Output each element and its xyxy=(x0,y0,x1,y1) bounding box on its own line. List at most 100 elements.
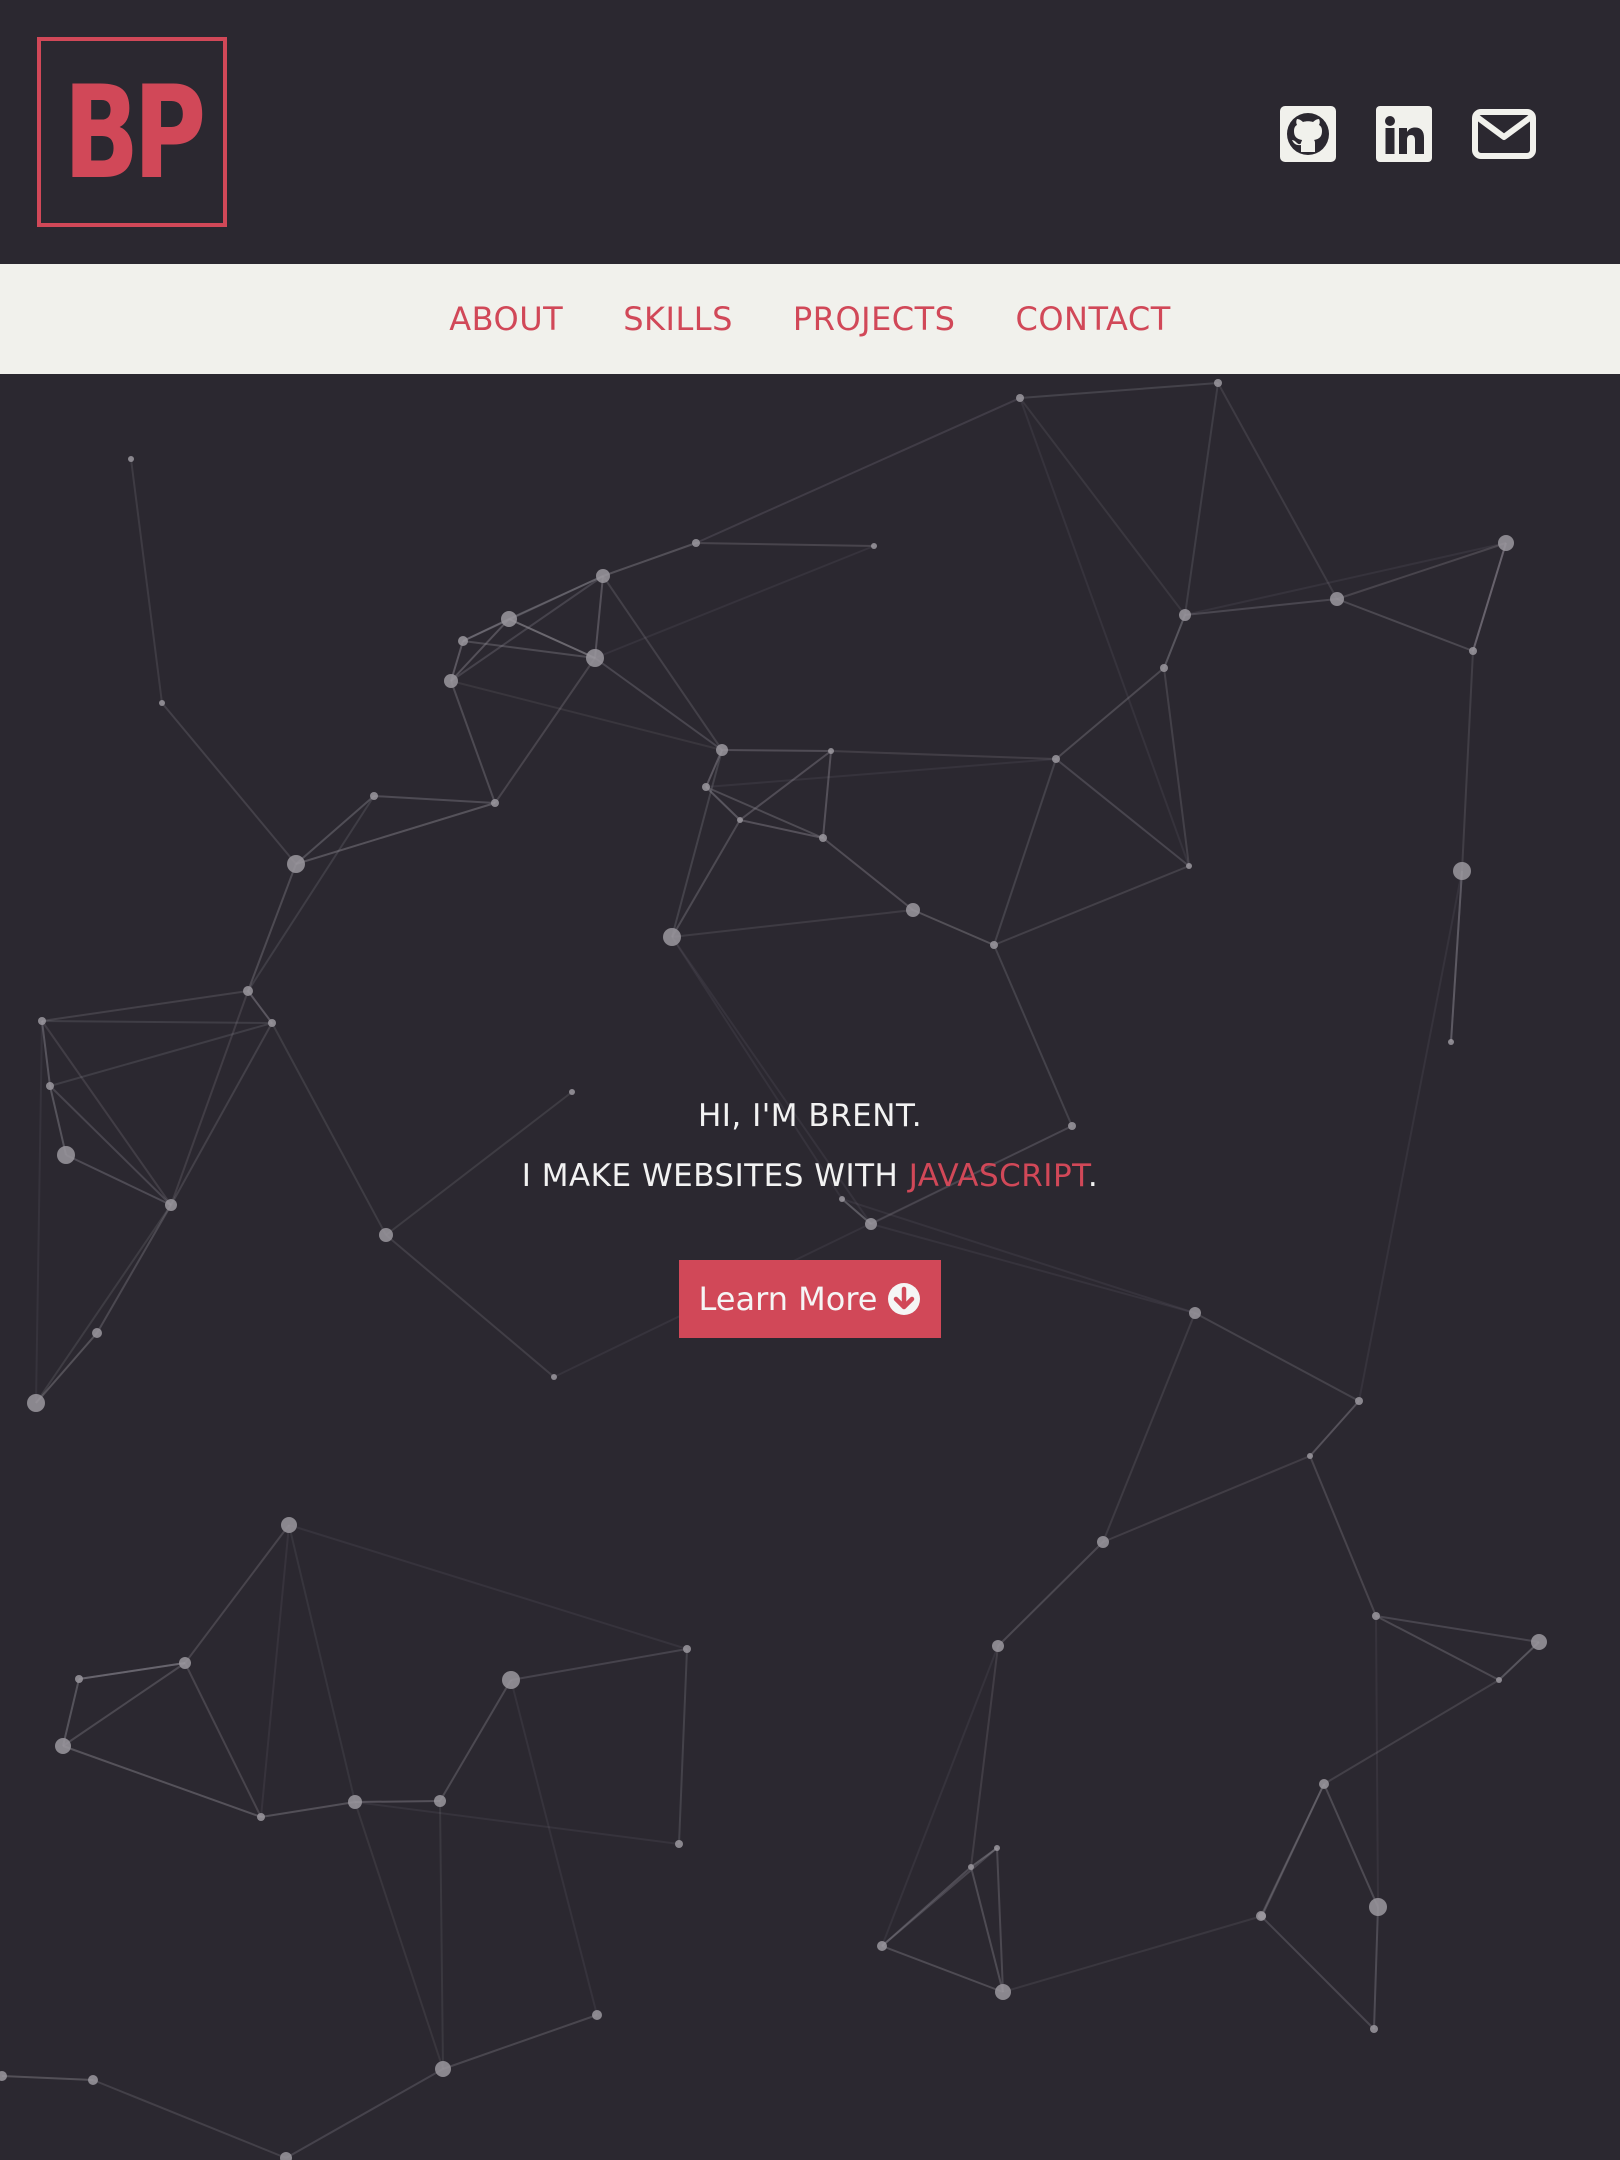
network-edge xyxy=(739,750,832,821)
network-edge xyxy=(285,2068,444,2159)
email-link[interactable] xyxy=(1472,104,1536,164)
network-edge xyxy=(1163,614,1186,669)
network-edge xyxy=(993,865,1190,946)
network-edge xyxy=(594,657,723,751)
network-edge xyxy=(1498,1641,1540,1681)
network-edge xyxy=(385,1234,555,1378)
network-edge xyxy=(993,758,1057,946)
network-edge xyxy=(671,819,741,938)
network-edge xyxy=(92,2079,287,2159)
network-node xyxy=(1016,394,1024,402)
network-node xyxy=(165,1199,177,1211)
network-edge xyxy=(510,1679,598,2016)
network-edge xyxy=(1461,650,1474,872)
github-link[interactable] xyxy=(1280,104,1336,164)
network-edge xyxy=(288,1524,688,1650)
network-node xyxy=(444,674,458,688)
network-edge xyxy=(1217,382,1338,600)
network-node xyxy=(1355,1397,1363,1405)
network-edge xyxy=(1002,1915,1263,1993)
network-node xyxy=(55,1738,71,1754)
network-edge xyxy=(1323,1679,1500,1785)
network-node xyxy=(159,700,165,706)
site-header: BP xyxy=(0,0,1620,264)
network-node xyxy=(0,2071,7,2081)
network-edge xyxy=(1,2075,94,2081)
network-node xyxy=(179,1657,191,1669)
network-node xyxy=(287,855,305,873)
learn-more-button[interactable]: Learn More xyxy=(679,1260,941,1338)
network-edge xyxy=(1323,1783,1379,1908)
nav-item-contact[interactable]: CONTACT xyxy=(1015,300,1170,338)
nav-item-skills[interactable]: SKILLS xyxy=(623,300,733,338)
network-node xyxy=(92,1328,102,1338)
hero-tagline: I MAKE WEBSITES WITH JAVASCRIPT. xyxy=(0,1158,1620,1194)
network-edge xyxy=(1019,382,1219,399)
network-node xyxy=(243,986,253,996)
network-edge xyxy=(1472,542,1507,652)
network-edge xyxy=(705,786,741,821)
network-node xyxy=(692,539,700,547)
network-node xyxy=(1469,647,1477,655)
network-node xyxy=(569,1089,575,1095)
network-edge xyxy=(594,545,875,659)
network-edge xyxy=(130,458,163,704)
network-node xyxy=(992,1640,1004,1652)
network-node xyxy=(46,1082,54,1090)
network-node xyxy=(1214,379,1222,387)
network-edge xyxy=(1184,542,1507,616)
linkedin-icon xyxy=(1376,106,1432,162)
network-node xyxy=(1179,609,1191,621)
network-node xyxy=(1258,1912,1266,1920)
network-node xyxy=(592,2010,602,2020)
network-node xyxy=(702,783,710,791)
network-node xyxy=(128,456,134,462)
linkedin-link[interactable] xyxy=(1376,104,1432,164)
network-edge xyxy=(822,750,832,839)
network-edge xyxy=(1184,382,1219,616)
network-edge xyxy=(442,2014,598,2070)
hero-tagline-suffix: . xyxy=(1087,1158,1099,1194)
network-edge xyxy=(41,990,249,1022)
network-node xyxy=(268,1019,276,1027)
network-edge xyxy=(1358,870,1463,1402)
network-node xyxy=(379,1228,393,1242)
network-node xyxy=(663,928,681,946)
network-edge xyxy=(1194,1312,1360,1402)
nav-item-projects[interactable]: PROJECTS xyxy=(793,300,956,338)
github-icon xyxy=(1280,106,1336,162)
network-node xyxy=(458,636,468,646)
network-edge xyxy=(912,909,995,946)
learn-more-label: Learn More xyxy=(698,1280,878,1318)
network-node xyxy=(1496,1677,1502,1683)
network-edge xyxy=(288,1524,356,1803)
network-edge xyxy=(830,750,1057,760)
network-edge xyxy=(594,575,604,659)
network-edge xyxy=(1184,598,1338,616)
network-node xyxy=(38,1017,46,1025)
network-edge xyxy=(671,749,723,938)
network-edge xyxy=(997,1541,1104,1647)
network-node xyxy=(434,1795,446,1807)
network-edge xyxy=(1163,667,1190,867)
network-node xyxy=(1330,592,1344,606)
network-edge xyxy=(260,1801,356,1818)
network-node xyxy=(865,1218,877,1230)
network-node xyxy=(839,1196,845,1202)
network-edge xyxy=(184,1524,290,1664)
network-edge xyxy=(1373,1906,1379,2030)
network-edge xyxy=(822,837,914,911)
network-node xyxy=(1160,664,1168,672)
network-node xyxy=(281,1517,297,1533)
brand-logo[interactable]: BP xyxy=(37,37,227,227)
email-icon xyxy=(1472,109,1536,159)
network-edge xyxy=(1309,1455,1377,1617)
network-node xyxy=(370,792,378,800)
network-node xyxy=(675,1840,683,1848)
network-edge xyxy=(354,1801,444,2070)
nav-item-about[interactable]: ABOUT xyxy=(449,300,563,338)
network-node xyxy=(1307,1453,1313,1459)
network-edge xyxy=(721,749,832,752)
network-node xyxy=(1186,863,1192,869)
network-node xyxy=(871,543,877,549)
